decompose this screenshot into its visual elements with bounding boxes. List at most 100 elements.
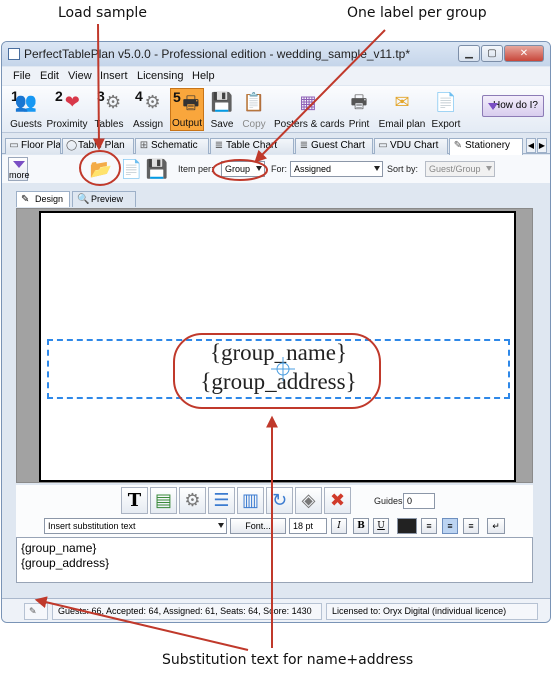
editor-line: {group_address} — [21, 556, 110, 570]
italic-label: I — [337, 521, 341, 531]
chevron-down-icon — [218, 523, 224, 528]
floor-plan-icon: ▭ — [9, 140, 19, 151]
view-tabs: ▭Floor Plan ◯Table Plan ⊞Schematic ≣Tabl… — [2, 136, 550, 155]
step-number: 3 — [97, 88, 105, 104]
tables-button[interactable]: 3 ⚙ Tables — [92, 88, 126, 131]
menu-help[interactable]: Help — [192, 70, 215, 82]
item-per-label: Item per: — [178, 164, 214, 174]
tab-guest-chart[interactable]: ≣ Guest Chart — [295, 138, 373, 154]
insert-substitution-value: Insert substitution text — [48, 521, 136, 531]
bold-button[interactable]: B — [353, 518, 369, 534]
font-label: Font... — [245, 521, 271, 531]
layer-button[interactable]: ◈ — [295, 487, 322, 514]
posters-cards-button[interactable]: ▦ Posters & cards — [274, 88, 345, 131]
tab-floor-plan[interactable]: ▭Floor Plan — [5, 138, 61, 154]
how-do-i-button[interactable]: How do I? — [482, 95, 544, 117]
font-size-value: 18 pt — [293, 521, 314, 531]
delete-button[interactable]: ✖ — [324, 487, 351, 514]
proximity-button[interactable]: 2 ❤ Proximity — [45, 88, 89, 131]
more-button[interactable]: more — [8, 157, 30, 181]
maximize-button[interactable]: ▢ — [481, 45, 503, 62]
menu-view[interactable]: View — [68, 70, 92, 82]
copy-label: Copy — [242, 119, 266, 130]
guests-button[interactable]: 1 👥 Guests — [9, 88, 43, 131]
tab-schematic[interactable]: ⊞ Schematic — [135, 138, 209, 154]
output-button[interactable]: 5 🖶 Output — [170, 88, 204, 131]
label-text-box[interactable]: {group_name} {group_address} — [47, 339, 510, 399]
export-button[interactable]: 📄 Export — [429, 88, 463, 131]
for-value: Assigned — [294, 164, 332, 174]
print-label: Print — [348, 119, 370, 130]
window-title: PerfectTablePlan v5.0.0 - Professional e… — [24, 47, 411, 61]
callout-load-sample: Load sample — [58, 5, 147, 21]
close-button[interactable]: ✕ — [504, 45, 544, 62]
print-button[interactable]: 🖶 Print — [344, 88, 374, 131]
menu-file[interactable]: File — [13, 70, 31, 82]
tab-table-plan[interactable]: ◯Table Plan — [62, 138, 134, 154]
align-right-icon: ≡ — [468, 521, 474, 531]
tab-label: Table Plan — [78, 140, 125, 151]
guides-value: 0 — [407, 496, 413, 506]
email-plan-button[interactable]: ✉ Email plan — [378, 88, 426, 131]
guides-spinner[interactable]: 0 — [403, 493, 435, 509]
font-button[interactable]: Font... — [230, 518, 286, 534]
table-chart-icon: ≣ — [214, 140, 224, 151]
underline-label: U — [377, 521, 385, 531]
add-table-button[interactable]: ⚙ — [179, 487, 206, 514]
substitution-text-editor[interactable]: {group_name} {group_address} — [16, 537, 533, 583]
insert-substitution-select[interactable]: Insert substitution text — [44, 518, 227, 534]
assign-label: Assign — [132, 119, 163, 130]
copy-button[interactable]: 📋 Copy — [239, 88, 269, 131]
text-align-centre-button[interactable]: ≡ — [442, 518, 458, 534]
rotate-button[interactable]: ↻ — [266, 487, 293, 514]
for-select[interactable]: Assigned — [290, 161, 383, 177]
italic-button[interactable]: I — [331, 518, 347, 534]
menu-licensing[interactable]: Licensing — [137, 70, 183, 82]
tab-label: Floor Plan — [21, 140, 61, 151]
new-line-button[interactable]: ↵ — [487, 518, 505, 534]
design-icon: ✎ — [21, 194, 30, 205]
export-label: Export — [431, 119, 461, 130]
align-centre-button[interactable]: ▥ — [237, 487, 264, 514]
menu-edit[interactable]: Edit — [40, 70, 59, 82]
email-plan-label: Email plan — [378, 119, 426, 130]
load-template-button[interactable]: 📄 — [120, 156, 142, 182]
underline-button[interactable]: U — [373, 518, 389, 534]
email-icon: ✉ — [394, 92, 410, 112]
tab-table-chart[interactable]: ≣ Table Chart — [210, 138, 294, 154]
text-colour-button[interactable] — [397, 518, 417, 534]
align-icon: ☰ — [213, 490, 230, 510]
guests-icon: 👥 — [14, 92, 38, 112]
status-stats: Guests: 66, Accepted: 64, Assigned: 61, … — [52, 603, 322, 620]
tab-design[interactable]: ✎ Design — [16, 191, 70, 207]
item-per-select[interactable]: Group — [221, 161, 265, 177]
tab-preview[interactable]: 🔍 Preview — [72, 191, 136, 207]
minimize-button[interactable]: ▁ — [458, 45, 480, 62]
align-left-icon: ≡ — [426, 521, 432, 531]
preview-icon: 🔍 — [77, 194, 90, 205]
add-text-button[interactable]: T — [121, 487, 148, 514]
align-centre-icon: ≡ — [447, 521, 453, 531]
font-size-spinner[interactable]: 18 pt — [289, 518, 327, 534]
tab-label: VDU Chart — [390, 140, 439, 151]
load-sample-button[interactable]: 📂 — [88, 156, 114, 182]
how-do-i-label: How do I? — [492, 100, 538, 111]
align-left-button[interactable]: ☰ — [208, 487, 235, 514]
tab-scroll-right-button[interactable]: ▶ — [537, 138, 547, 153]
sort-by-label: Sort by: — [387, 164, 419, 174]
tab-label: Schematic — [151, 140, 198, 151]
text-align-left-button[interactable]: ≡ — [421, 518, 437, 534]
menu-insert[interactable]: Insert — [100, 70, 128, 82]
tab-vdu-chart[interactable]: ▭ VDU Chart — [374, 138, 448, 154]
assign-button[interactable]: 4 ⚙ Assign — [129, 88, 167, 131]
item-per-value: Group — [225, 164, 251, 174]
callout-one-label-per-group: One label per group — [347, 5, 487, 21]
tab-scroll-left-button[interactable]: ◀ — [526, 138, 536, 153]
tab-stationery[interactable]: ✎ Stationery — [449, 138, 523, 155]
save-button[interactable]: 💾 Save — [208, 88, 236, 131]
sort-by-select[interactable]: Guest/Group — [425, 161, 495, 177]
text-align-right-button[interactable]: ≡ — [463, 518, 479, 534]
vdu-chart-icon: ▭ — [378, 140, 388, 151]
save-template-button[interactable]: 💾 — [145, 156, 169, 182]
add-image-button[interactable]: ▤ — [150, 487, 177, 514]
